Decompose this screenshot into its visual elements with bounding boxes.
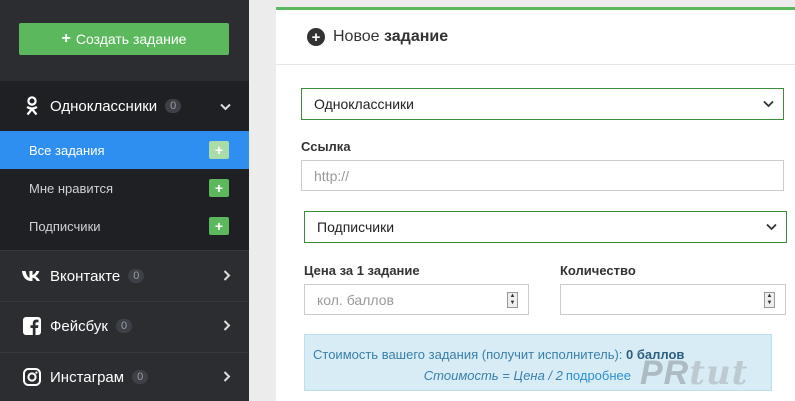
odnoklassniki-icon [20, 96, 44, 116]
cost-line: Стоимость вашего задания (получит исполн… [313, 347, 684, 362]
price-label: Цена за 1 задание [304, 263, 420, 278]
quantity-label: Количество [560, 263, 636, 278]
chevron-right-icon [223, 369, 231, 385]
link-label: Ссылка [301, 139, 351, 154]
create-task-button[interactable]: + Создать задание [19, 23, 229, 55]
chevron-right-icon [223, 318, 231, 334]
add-icon[interactable]: + [209, 217, 229, 235]
chevron-down-icon [763, 97, 774, 111]
sub-list: Все задания + Мне нравится + Подписчики … [0, 131, 249, 245]
sidebar-item-subscribers[interactable]: Подписчики + [0, 207, 249, 245]
group-label: Вконтакте [50, 267, 121, 285]
facebook-icon [20, 317, 44, 335]
network-select-value: Одноклассники [314, 96, 415, 112]
chevron-right-icon [223, 268, 231, 284]
instagram-icon [20, 368, 44, 386]
sidebar-group-odnoklassniki[interactable]: Одноклассники 0 [0, 81, 249, 131]
create-area: + Создать задание [0, 0, 249, 81]
spinner-icon[interactable]: ▲ ▼ [507, 292, 518, 308]
divider [0, 352, 249, 353]
page-title: Новое задание [333, 28, 448, 46]
spinner-icon[interactable]: ▲ ▼ [764, 292, 775, 308]
task-type-select-value: Подписчики [317, 219, 395, 235]
prtut-watermark: PRtut [640, 353, 748, 393]
watermark-pr: PR [640, 354, 690, 392]
chevron-down-icon [766, 220, 777, 234]
formula-text: Стоимость = Цена / 2 [423, 368, 563, 383]
group-label: Инстаграм [50, 368, 125, 386]
count-badge: 0 [115, 319, 133, 333]
plus-icon: + [61, 30, 71, 47]
vk-icon [20, 269, 44, 283]
sidebar: + Создать задание Одноклассники 0 Все за… [0, 0, 249, 401]
plus-circle-icon: + [307, 28, 325, 46]
sidebar-group-instagram[interactable]: Инстаграм 0 [0, 353, 249, 401]
count-badge: 0 [132, 370, 149, 384]
sidebar-group-vkontakte[interactable]: Вконтакте 0 [0, 252, 249, 300]
divider [0, 250, 249, 251]
group-label: Фейсбук [50, 317, 108, 335]
title-prefix: Новое [333, 28, 380, 45]
task-type-select[interactable]: Подписчики [304, 211, 787, 243]
add-icon[interactable]: + [209, 179, 229, 197]
sidebar-group-facebook[interactable]: Фейсбук 0 [0, 302, 249, 350]
watermark-tut: tut [689, 353, 749, 393]
quantity-input[interactable]: ▲ ▼ [560, 284, 786, 315]
sidebar-item-label: Мне нравится [29, 180, 114, 196]
sidebar-item-likes[interactable]: Мне нравится + [0, 169, 249, 207]
price-input[interactable]: кол. баллов ▲ ▼ [304, 284, 529, 315]
sidebar-item-all-tasks[interactable]: Все задания + [0, 131, 249, 169]
chevron-down-icon [220, 98, 231, 114]
create-task-label: Создать задание [75, 31, 187, 47]
panel-header: + Новое задание [276, 10, 795, 65]
more-link[interactable]: подробнее [566, 368, 631, 383]
network-select[interactable]: Одноклассники [301, 88, 784, 120]
formula-line: Стоимость = Цена / 2 подробнее [424, 368, 631, 383]
sidebar-item-label: Все задания [29, 142, 105, 158]
count-badge: 0 [128, 269, 145, 283]
divider [0, 301, 249, 302]
cost-text: Стоимость вашего задания (получит исполн… [313, 347, 627, 362]
link-input[interactable]: http:// [301, 160, 784, 191]
group-label: Одноклассники [50, 97, 158, 115]
add-icon[interactable]: + [209, 141, 229, 159]
count-badge: 0 [165, 99, 182, 113]
sidebar-item-label: Подписчики [29, 218, 101, 234]
title-bold: задание [384, 28, 449, 45]
price-placeholder: кол. баллов [317, 291, 394, 308]
link-placeholder: http:// [314, 167, 350, 184]
